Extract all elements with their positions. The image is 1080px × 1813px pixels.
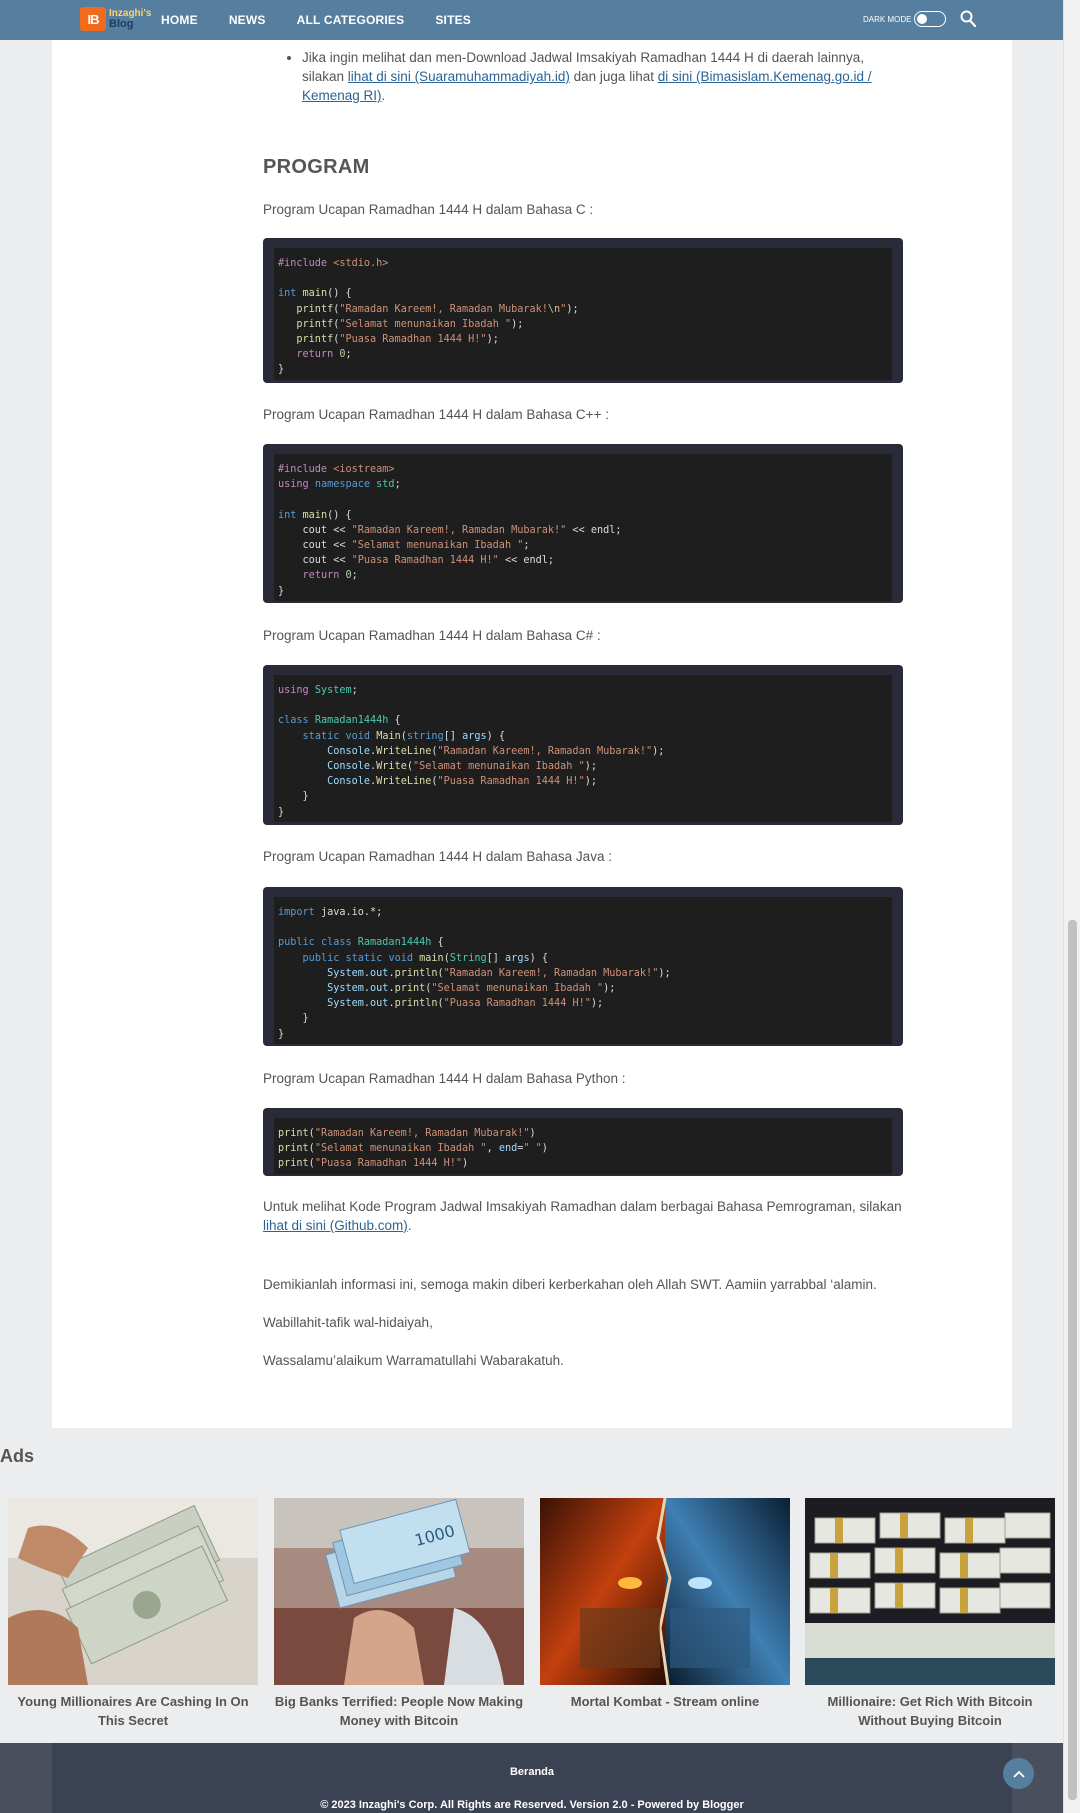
scrollbar-thumb[interactable] xyxy=(1068,920,1077,1800)
section-heading: PROGRAM xyxy=(263,156,370,178)
page-scrollbar[interactable] xyxy=(1063,0,1080,1813)
search-icon[interactable] xyxy=(960,10,976,28)
ad-title[interactable]: Big Banks Terrified: People Now Making M… xyxy=(274,1692,524,1730)
imsakiyah-bullet-list: Jika ingin melihat dan men-Download Jadw… xyxy=(263,48,903,105)
ad-card[interactable]: 1000 Big Banks Terrified: People Now Mak… xyxy=(274,1498,524,1730)
label-c: Program Ucapan Ramadhan 1444 H dalam Bah… xyxy=(263,202,594,217)
closing-greeting: Wabillahit-tafik wal-hidaiyah, xyxy=(263,1315,433,1330)
github-link[interactable]: lihat di sini (Github.com) xyxy=(263,1218,408,1233)
nav-item-news[interactable]: NEWS xyxy=(229,13,266,27)
footer-link-beranda[interactable]: Beranda xyxy=(52,1766,1012,1778)
logo-mark: IB xyxy=(80,7,106,31)
ad-card[interactable]: Young Millionaires Are Cashing In On Thi… xyxy=(8,1498,258,1730)
copyright-text: © 2023 Inzaghi's Corp. All Rights are Re… xyxy=(320,1799,744,1811)
ad-image-banknotes[interactable]: 1000 xyxy=(274,1498,524,1685)
code-java: import java.io.*; public class Ramadan14… xyxy=(274,897,892,1044)
closing-paragraph: Demikianlah informasi ini, semoga makin … xyxy=(263,1277,877,1292)
ad-title[interactable]: Mortal Kombat - Stream online xyxy=(540,1692,790,1711)
top-navbar: IB Inzaghi's Blog HOME NEWS ALL CATEGORI… xyxy=(0,0,1063,40)
ad-card[interactable]: Millionaire: Get Rich With Bitcoin Witho… xyxy=(805,1498,1055,1730)
code-csharp: using System; class Ramadan1444h { stati… xyxy=(274,675,892,822)
dark-mode-toggle[interactable] xyxy=(914,11,947,27)
label-java: Program Ucapan Ramadhan 1444 H dalam Bah… xyxy=(263,849,612,864)
list-item: Jika ingin melihat dan men-Download Jadw… xyxy=(302,48,903,105)
ad-title[interactable]: Millionaire: Get Rich With Bitcoin Witho… xyxy=(805,1692,1055,1730)
code-block-python: print("Ramadan Kareem!, Ramadan Mubarak!… xyxy=(263,1108,903,1176)
code-block-java: import java.io.*; public class Ramadan14… xyxy=(263,887,903,1046)
site-logo[interactable]: IB Inzaghi's Blog xyxy=(80,7,151,31)
ad-title[interactable]: Young Millionaires Are Cashing In On Thi… xyxy=(8,1692,258,1730)
nav-item-all-categories[interactable]: ALL CATEGORIES xyxy=(297,13,405,27)
code-block-cpp: #include <iostream> using namespace std;… xyxy=(263,444,903,603)
label-cpp: Program Ucapan Ramadhan 1444 H dalam Bah… xyxy=(263,407,609,422)
ad-card[interactable]: Mortal Kombat - Stream online xyxy=(540,1498,790,1711)
code-c: #include <stdio.h> int main() { printf("… xyxy=(274,248,892,380)
chevron-up-icon xyxy=(1012,1770,1025,1778)
ads-title: Ads xyxy=(0,1446,35,1466)
suaramuhammadiyah-link[interactable]: lihat di sini (Suaramuhammadiyah.id) xyxy=(348,69,570,84)
back-to-top-button[interactable] xyxy=(1003,1758,1034,1789)
dark-mode-label: DARK MODE xyxy=(863,14,912,24)
nav-menu: HOME NEWS ALL CATEGORIES SITES xyxy=(161,0,502,40)
label-csharp: Program Ucapan Ramadhan 1444 H dalam Bah… xyxy=(263,628,601,643)
ad-image-money-hands[interactable] xyxy=(8,1498,258,1685)
site-footer: Beranda © 2023 Inzaghi's Corp. All Right… xyxy=(0,1743,1063,1813)
code-block-c: #include <stdio.h> int main() { printf("… xyxy=(263,238,903,383)
nav-item-sites[interactable]: SITES xyxy=(435,13,471,27)
dark-mode-control: DARK MODE xyxy=(863,11,947,27)
github-paragraph: Untuk melihat Kode Program Jadwal Imsaki… xyxy=(263,1199,902,1233)
logo-line2: Blog xyxy=(109,18,134,30)
code-block-csharp: using System; class Ramadan1444h { stati… xyxy=(263,665,903,825)
code-python: print("Ramadan Kareem!, Ramadan Mubarak!… xyxy=(274,1118,892,1174)
article-card: Jika ingin melihat dan men-Download Jadw… xyxy=(52,40,1012,1428)
ad-image-mortal-kombat[interactable] xyxy=(540,1498,790,1685)
ad-image-cash-stacks[interactable] xyxy=(805,1498,1055,1685)
nav-item-home[interactable]: HOME xyxy=(161,13,198,27)
label-python: Program Ucapan Ramadhan 1444 H dalam Bah… xyxy=(263,1071,626,1086)
closing-salam: Wassalamu’alaikum Warramatullahi Wabarak… xyxy=(263,1353,564,1368)
code-cpp: #include <iostream> using namespace std;… xyxy=(274,454,892,601)
